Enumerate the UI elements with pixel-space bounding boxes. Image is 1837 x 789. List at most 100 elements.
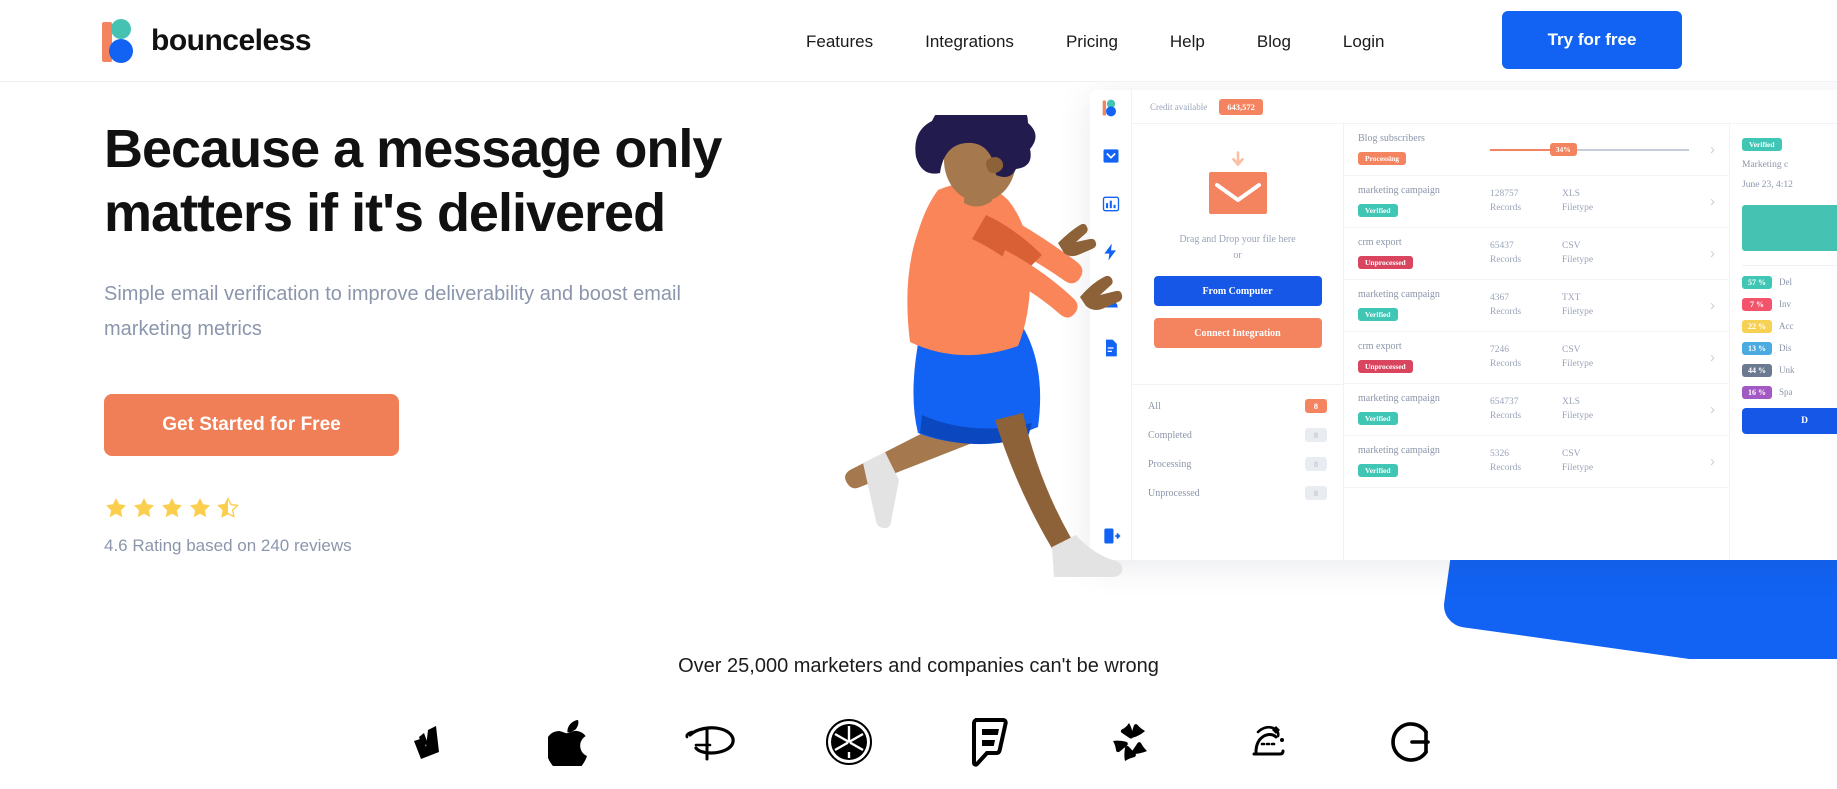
- stat-row-spamtrap: 16 % Spa: [1742, 385, 1837, 399]
- nav-item-pricing[interactable]: Pricing: [1040, 26, 1144, 58]
- records-cell: 7246 Records: [1490, 344, 1562, 372]
- brand-logo[interactable]: bounceless: [101, 18, 312, 64]
- row-title: marketing campaign: [1358, 393, 1440, 404]
- detail-date: June 23, 4:12: [1742, 180, 1793, 191]
- filetype-unit: Filetype: [1562, 254, 1594, 265]
- records-cell: 128757 Records: [1490, 188, 1562, 216]
- filetype-value: XLS: [1562, 188, 1580, 199]
- foursquare-logo-icon: [962, 715, 1016, 769]
- progress-fill: [1490, 148, 1558, 151]
- chevron-right-icon[interactable]: ›: [1701, 401, 1715, 418]
- row-title: marketing campaign: [1358, 445, 1440, 456]
- dashboard-main: Credit available 643,572 Drag and Drop y…: [1132, 90, 1837, 560]
- chevron-right-icon[interactable]: ›: [1701, 141, 1715, 158]
- disney-logo-icon: [682, 715, 736, 769]
- filter-item-completed[interactable]: Completed 8: [1148, 428, 1327, 442]
- stat-label: Acc: [1779, 321, 1794, 331]
- chevron-right-icon[interactable]: ›: [1701, 193, 1715, 210]
- logo-wordmark: bounceless: [151, 24, 312, 57]
- progress-bar: 34%: [1490, 143, 1689, 157]
- status-badge: Unprocessed: [1358, 360, 1413, 373]
- table-row[interactable]: marketing campaign Verified 5326 Records…: [1344, 436, 1729, 488]
- nav-item-blog[interactable]: Blog: [1231, 26, 1317, 58]
- nav-item-integrations[interactable]: Integrations: [899, 26, 1040, 58]
- detail-divider: [1742, 264, 1837, 266]
- row-meta-cell: 128757 Records XLS Filetype: [1478, 188, 1701, 216]
- filetype-value: CSV: [1562, 344, 1581, 355]
- nav-item-help[interactable]: Help: [1144, 26, 1231, 58]
- row-name-cell: marketing campaign Verified: [1358, 289, 1478, 322]
- row-name-cell: marketing campaign Verified: [1358, 445, 1478, 478]
- records-unit: Records: [1490, 254, 1522, 265]
- stat-label: Unk: [1779, 365, 1795, 375]
- dashboard-body: Drag and Drop your file here or From Com…: [1132, 124, 1837, 560]
- hero-headline: Because a message only matters if it's d…: [104, 118, 824, 245]
- chevron-right-icon[interactable]: ›: [1701, 245, 1715, 262]
- nav-item-login[interactable]: Login: [1317, 26, 1411, 58]
- download-results-button[interactable]: D: [1742, 407, 1837, 434]
- filetype-cell: CSV Filetype: [1562, 240, 1634, 268]
- filter-item-processing[interactable]: Processing 8: [1148, 457, 1327, 471]
- row-title: marketing campaign: [1358, 289, 1440, 300]
- filetype-unit: Filetype: [1562, 358, 1594, 369]
- stat-label: Inv: [1779, 299, 1791, 309]
- stat-label: Del: [1779, 277, 1792, 287]
- try-for-free-button[interactable]: Try for free: [1502, 11, 1682, 69]
- filetype-value: CSV: [1562, 240, 1581, 251]
- drop-zone-line-2: or: [1233, 250, 1242, 261]
- stat-percent: 22 %: [1742, 319, 1772, 333]
- detail-chart-block: [1742, 204, 1837, 251]
- filter-item-unprocessed[interactable]: Unprocessed 8: [1148, 486, 1327, 500]
- filetype-unit: Filetype: [1562, 306, 1594, 317]
- stat-label: Dis: [1779, 343, 1792, 353]
- get-started-button[interactable]: Get Started for Free: [104, 394, 399, 457]
- records-value: 5326: [1490, 448, 1509, 459]
- table-row[interactable]: marketing campaign Verified 654737 Recor…: [1344, 384, 1729, 436]
- from-computer-button[interactable]: From Computer: [1153, 276, 1322, 306]
- stat-row-invalid: 7 % Inv: [1742, 297, 1837, 311]
- records-value: 7246: [1490, 344, 1509, 355]
- nav-item-features[interactable]: Features: [780, 26, 899, 58]
- file-list-table: Blog subscribers Processing 34% › market…: [1344, 124, 1730, 560]
- row-meta-cell: 65437 Records CSV Filetype: [1478, 240, 1701, 268]
- table-row[interactable]: Blog subscribers Processing 34% ›: [1344, 124, 1729, 176]
- hero-subheadline: Simple email verification to improve del…: [104, 283, 681, 340]
- chevron-right-icon[interactable]: ›: [1701, 349, 1715, 366]
- table-row[interactable]: marketing campaign Verified 4367 Records…: [1344, 280, 1729, 332]
- row-meta-cell: 7246 Records CSV Filetype: [1478, 344, 1701, 372]
- upload-column: Drag and Drop your file here or From Com…: [1132, 124, 1344, 560]
- filetype-value: XLS: [1562, 396, 1580, 407]
- table-row[interactable]: crm export Unprocessed 7246 Records CSV …: [1344, 332, 1729, 384]
- chevron-right-icon[interactable]: ›: [1701, 453, 1715, 470]
- credit-available-value: 643,572: [1219, 98, 1263, 115]
- dashboard-topbar: Credit available 643,572: [1132, 90, 1837, 124]
- records-unit: Records: [1490, 202, 1522, 213]
- table-row[interactable]: marketing campaign Verified 128757 Recor…: [1344, 176, 1729, 228]
- filter-item-all[interactable]: All 8: [1148, 399, 1327, 413]
- records-cell: 65437 Records: [1490, 240, 1562, 268]
- apple-logo-icon: [542, 715, 596, 769]
- filter-count: 8: [1304, 399, 1327, 413]
- running-woman-illustration: [845, 115, 1123, 577]
- table-row[interactable]: crm export Unprocessed 65437 Records CSV…: [1344, 228, 1729, 280]
- file-drop-zone[interactable]: Drag and Drop your file here or From Com…: [1132, 124, 1343, 366]
- headline-line-2: matters if it's delivered: [104, 182, 666, 243]
- records-cell: 5326 Records: [1490, 448, 1562, 476]
- stat-percent: 57 %: [1742, 275, 1772, 289]
- filter-list: All 8 Completed 8 Processing 8 Unprocess…: [1132, 384, 1343, 523]
- filter-count: 8: [1304, 486, 1327, 500]
- connect-integration-button[interactable]: Connect Integration: [1153, 318, 1322, 348]
- logo-blue-circle: [109, 39, 133, 63]
- landing-page: bounceless Features Integrations Pricing…: [0, 0, 1837, 789]
- filter-label: Processing: [1148, 458, 1192, 470]
- row-name-cell: crm export Unprocessed: [1358, 341, 1478, 374]
- status-badge: Verified: [1358, 308, 1398, 321]
- row-title: marketing campaign: [1358, 185, 1440, 196]
- filetype-cell: XLS Filetype: [1562, 396, 1634, 424]
- status-badge: Processing: [1358, 152, 1407, 165]
- row-title: crm export: [1358, 341, 1402, 352]
- main-navigation: Features Integrations Pricing Help Blog …: [780, 26, 1411, 58]
- chevron-right-icon[interactable]: ›: [1701, 297, 1715, 314]
- status-badge: Verified: [1358, 204, 1398, 217]
- stat-row-disposable: 13 % Dis: [1742, 341, 1837, 355]
